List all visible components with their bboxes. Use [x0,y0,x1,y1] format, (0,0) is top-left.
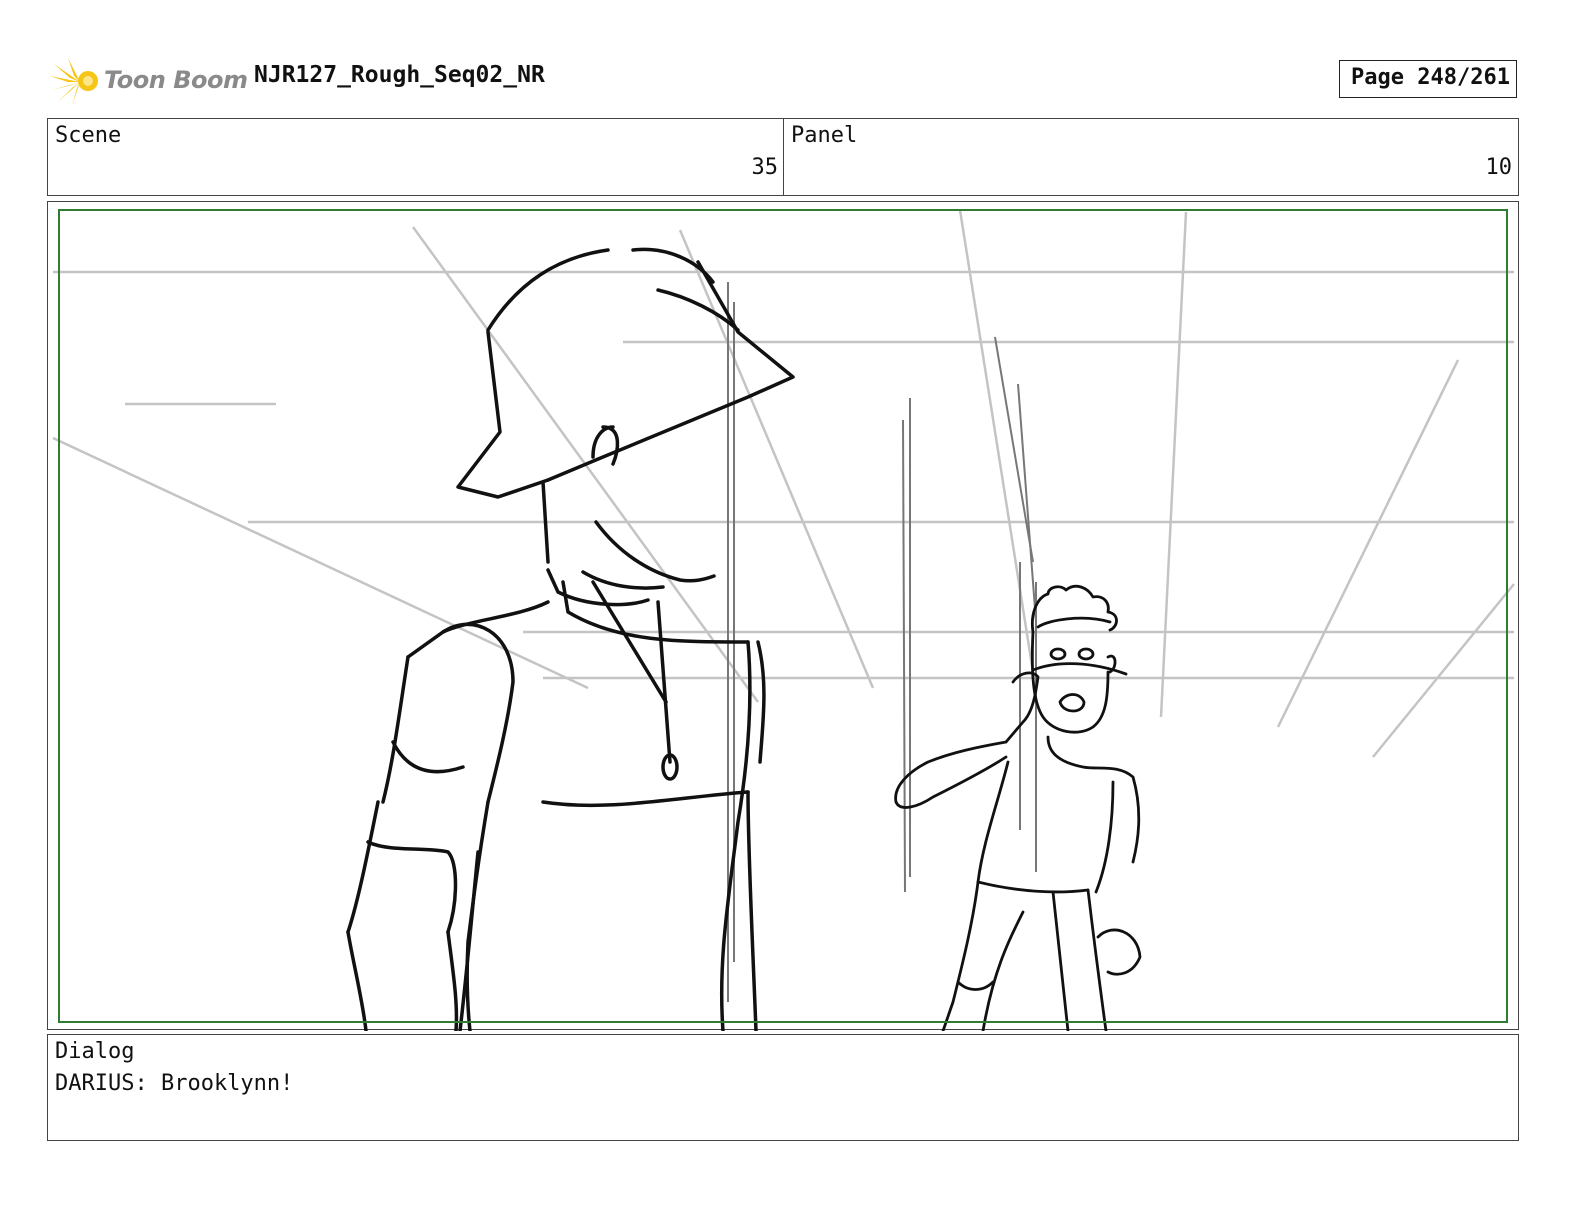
perspective-guides [52,209,1515,758]
toon-boom-logo: Toon Boom [50,56,248,108]
camera-safe-frame [58,209,1508,1023]
starburst-icon [50,58,98,106]
scene-cell: Scene 35 [48,119,784,195]
panel-cell: Panel 10 [784,119,1517,195]
document-title: NJR127_Rough_Seq02_NR [254,62,545,88]
storyboard-sketch [52,209,1515,1031]
logo-wordmark: Toon Boom [104,66,248,94]
scene-panel-info: Scene 35 Panel 10 [47,118,1519,196]
panel-number: 10 [1485,155,1513,180]
background-character [894,584,1142,1031]
dialog-section: Dialog DARIUS: Brooklynn! [47,1034,1519,1141]
construction-strokes [727,282,1037,1002]
scene-label: Scene [55,123,122,148]
page-indicator-text: Page 248/261 [1351,65,1510,90]
storyboard-panel-image [47,201,1519,1031]
page-indicator: Page 248/261 [1339,60,1517,98]
dialog-text: DARIUS: Brooklynn! [55,1071,294,1096]
dialog-label: Dialog [55,1039,135,1064]
foreground-character [346,247,795,1031]
scene-number: 35 [751,155,779,180]
panel-label: Panel [791,123,858,148]
